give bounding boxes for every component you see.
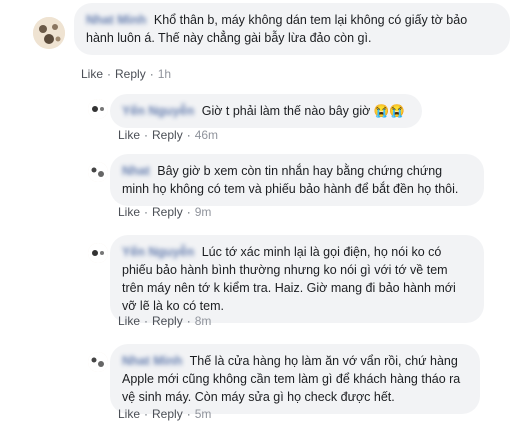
avatar[interactable] xyxy=(88,243,108,263)
comment-author[interactable]: Yến Nguyễn xyxy=(122,102,194,120)
like-button[interactable]: Like xyxy=(118,314,140,328)
comment-timestamp[interactable]: 9m xyxy=(195,205,212,219)
like-button[interactable]: Like xyxy=(81,67,103,81)
comment-bubble: Yến Nguyễn Giờ t phải làm thế nào bây gi… xyxy=(110,94,422,128)
reply-button[interactable]: Reply xyxy=(152,128,183,142)
reply-comment: Nhat Minh Thế là cửa hàng họ làm ăn vớ v… xyxy=(0,340,518,427)
like-button[interactable]: Like xyxy=(118,407,140,421)
comment-actions: Like · Reply · 5m xyxy=(118,407,212,421)
avatar[interactable] xyxy=(88,162,108,182)
comment: Nhat Minh Khổ thân b, máy không dán tem … xyxy=(0,0,518,88)
comment-timestamp[interactable]: 8m xyxy=(195,314,212,328)
comment-bubble: Nhat Minh Khổ thân b, máy không dán tem … xyxy=(74,3,510,55)
avatar[interactable] xyxy=(33,17,65,49)
comment-actions: Like · Reply · 9m xyxy=(118,205,212,219)
comment-actions: Like · Reply · 1h xyxy=(81,67,172,81)
comment-author[interactable]: Nhat Minh xyxy=(86,11,146,29)
reply-button[interactable]: Reply xyxy=(152,205,183,219)
reply-button[interactable]: Reply xyxy=(115,67,146,81)
reply-comment: Nhat Bây giờ b xem còn tin nhắn hay bằng… xyxy=(0,150,518,222)
comment-bubble: Nhat Bây giờ b xem còn tin nhắn hay bằng… xyxy=(110,154,484,206)
reply-comment: Yến Nguyễn Giờ t phải làm thế nào bây gi… xyxy=(0,90,518,142)
avatar[interactable] xyxy=(88,352,108,372)
comment-bubble: Nhat Minh Thế là cửa hàng họ làm ăn vớ v… xyxy=(110,344,480,414)
comment-author[interactable]: Nhat xyxy=(122,162,150,180)
reply-button[interactable]: Reply xyxy=(152,314,183,328)
comment-text: Giờ t phải làm thế nào bây giờ 😭😭 xyxy=(201,104,405,118)
comment-actions: Like · Reply · 46m xyxy=(118,128,219,142)
comment-author[interactable]: Yến Nguyễn xyxy=(122,243,194,261)
comment-actions: Like · Reply · 8m xyxy=(118,314,212,328)
comment-author[interactable]: Nhat Minh xyxy=(122,352,182,370)
like-button[interactable]: Like xyxy=(118,128,140,142)
reply-comment: Yến Nguyễn Lúc tớ xác minh lại là gọi đi… xyxy=(0,231,518,331)
comment-timestamp[interactable]: 1h xyxy=(158,67,171,81)
avatar[interactable] xyxy=(88,99,108,119)
comment-timestamp[interactable]: 46m xyxy=(195,128,218,142)
comment-text: Bây giờ b xem còn tin nhắn hay bằng chứn… xyxy=(122,164,459,196)
comment-bubble: Yến Nguyễn Lúc tớ xác minh lại là gọi đi… xyxy=(110,235,484,323)
reply-button[interactable]: Reply xyxy=(152,407,183,421)
like-button[interactable]: Like xyxy=(118,205,140,219)
comment-timestamp[interactable]: 5m xyxy=(195,407,212,421)
